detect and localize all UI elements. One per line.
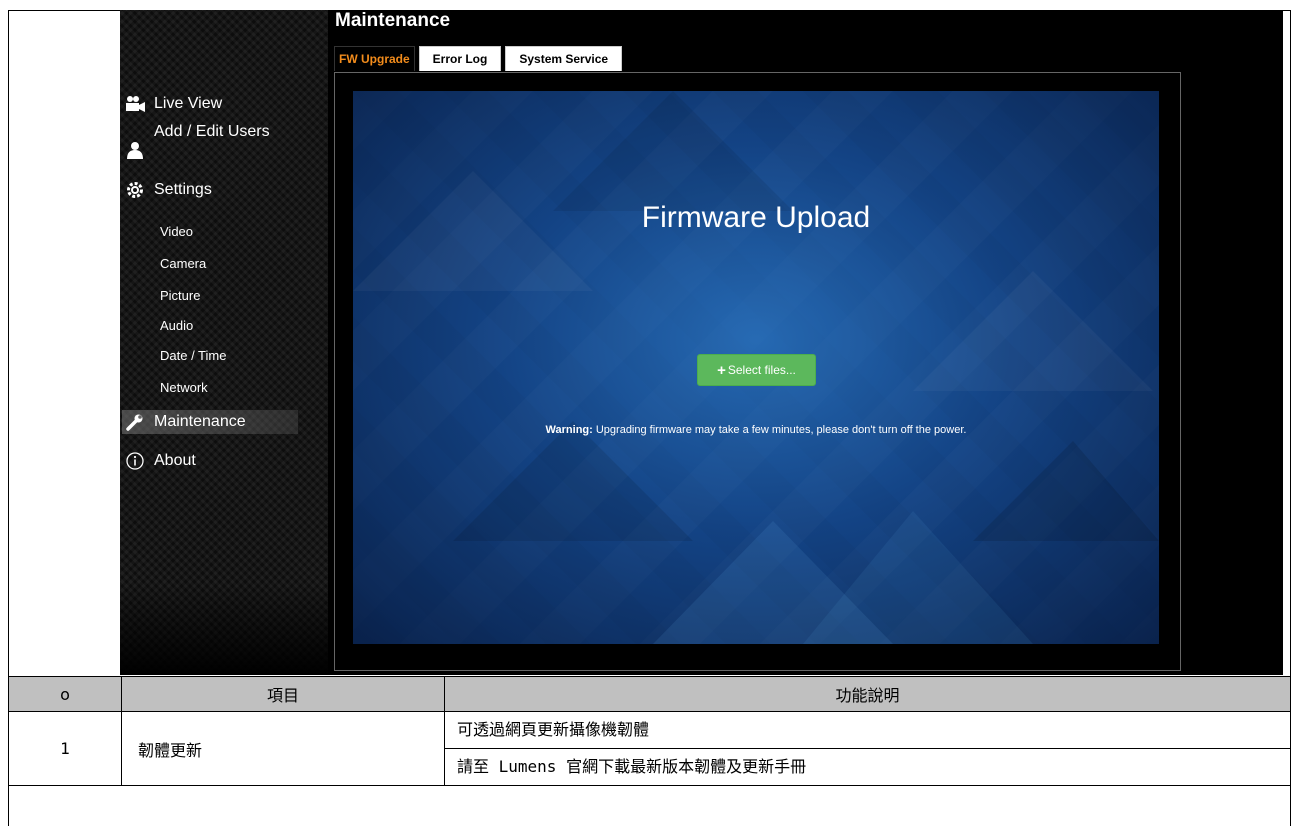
user-icon [124, 140, 146, 160]
tab-fw-upgrade[interactable]: FW Upgrade [334, 46, 415, 71]
settings-sub-audio[interactable]: Audio [160, 318, 193, 333]
warning-label: Warning: [545, 424, 593, 436]
tab-panel: Firmware Upload + Select files... Warnin… [334, 72, 1181, 671]
tab-error-log[interactable]: Error Log [418, 46, 502, 71]
settings-sub-video[interactable]: Video [160, 224, 193, 239]
screenshot: Live View Add / Edit Users Settings Vide… [120, 10, 1283, 675]
table-row: 1 韌體更新 可透過網頁更新攝像機韌體 請至 Lumens 官網下載最新版本韌體… [8, 711, 1291, 786]
sidebar-fade [120, 585, 328, 675]
sidebar-item-label: Live View [154, 95, 223, 112]
wrench-icon [124, 412, 146, 432]
row-no: 1 [8, 711, 122, 786]
sidebar-item-label: Settings [154, 181, 212, 198]
video-camera-icon [124, 94, 146, 114]
sidebar-item-users[interactable]: Add / Edit Users [124, 122, 274, 160]
description-line: 可透過網頁更新攝像機韌體 [457, 720, 650, 739]
settings-sub-network[interactable]: Network [160, 380, 208, 395]
warning-text: Upgrading firmware may take a few minute… [592, 424, 967, 436]
sidebar: Live View Add / Edit Users Settings Vide… [120, 10, 328, 675]
info-icon [124, 451, 146, 471]
sidebar-item-maintenance[interactable]: Maintenance [122, 410, 298, 434]
tab-system-service[interactable]: System Service [505, 46, 623, 71]
header-description: 功能說明 [444, 676, 1291, 712]
select-files-button[interactable]: + Select files... [697, 354, 816, 386]
sidebar-item-live-view[interactable]: Live View [124, 94, 222, 114]
sidebar-item-label: About [154, 452, 196, 469]
tab-bar: FW Upgrade Error Log System Service [334, 46, 623, 71]
description-line: 請至 Lumens 官網下載最新版本韌體及更新手冊 [445, 748, 1290, 785]
description-table: o 項目 功能說明 1 韌體更新 可透過網頁更新攝像機韌體 請至 Lumens … [8, 676, 1291, 786]
warning-message: Warning: Upgrading firmware may take a f… [353, 424, 1159, 436]
row-description: 可透過網頁更新攝像機韌體 請至 Lumens 官網下載最新版本韌體及更新手冊 [444, 711, 1291, 786]
sidebar-item-settings[interactable]: Settings [124, 180, 212, 200]
settings-sub-picture[interactable]: Picture [160, 288, 200, 303]
gear-icon [124, 180, 146, 200]
page-title: Maintenance [335, 10, 451, 31]
row-item: 韌體更新 [121, 711, 445, 786]
upload-drop-area[interactable]: Firmware Upload + Select files... Warnin… [353, 91, 1159, 644]
header-item: 項目 [121, 676, 445, 712]
sidebar-item-about[interactable]: About [124, 451, 196, 471]
plus-icon: + [717, 361, 726, 379]
upload-title: Firmware Upload [641, 201, 871, 234]
header-no: o [8, 676, 122, 712]
sidebar-item-label: Maintenance [154, 413, 246, 430]
table-header-row: o 項目 功能說明 [8, 676, 1291, 712]
settings-sub-camera[interactable]: Camera [160, 256, 206, 271]
select-files-label: Select files... [727, 363, 796, 377]
sidebar-item-label: Add / Edit Users [154, 123, 270, 140]
settings-sub-date-time[interactable]: Date / Time [160, 348, 226, 363]
